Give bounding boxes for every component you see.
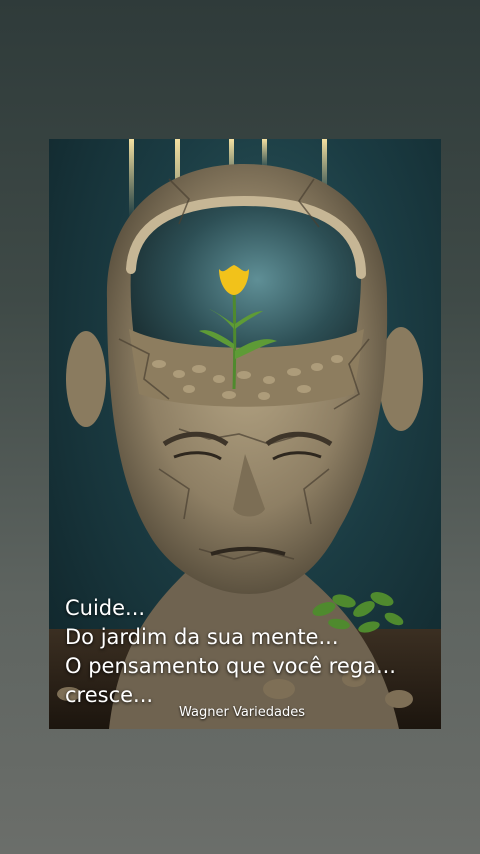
caption-line: Do jardim da sua mente... [65, 625, 339, 649]
author-signature: Wagner Variedades [179, 705, 306, 720]
left-ear [66, 331, 106, 427]
quote-caption: Cuide... Do jardim da sua mente... O pen… [65, 594, 396, 710]
caption-line: Cuide... [65, 596, 146, 620]
caption-line: O pensamento que você rega... [65, 654, 396, 678]
post-image-card: Cuide... Do jardim da sua mente... O pen… [49, 139, 441, 729]
